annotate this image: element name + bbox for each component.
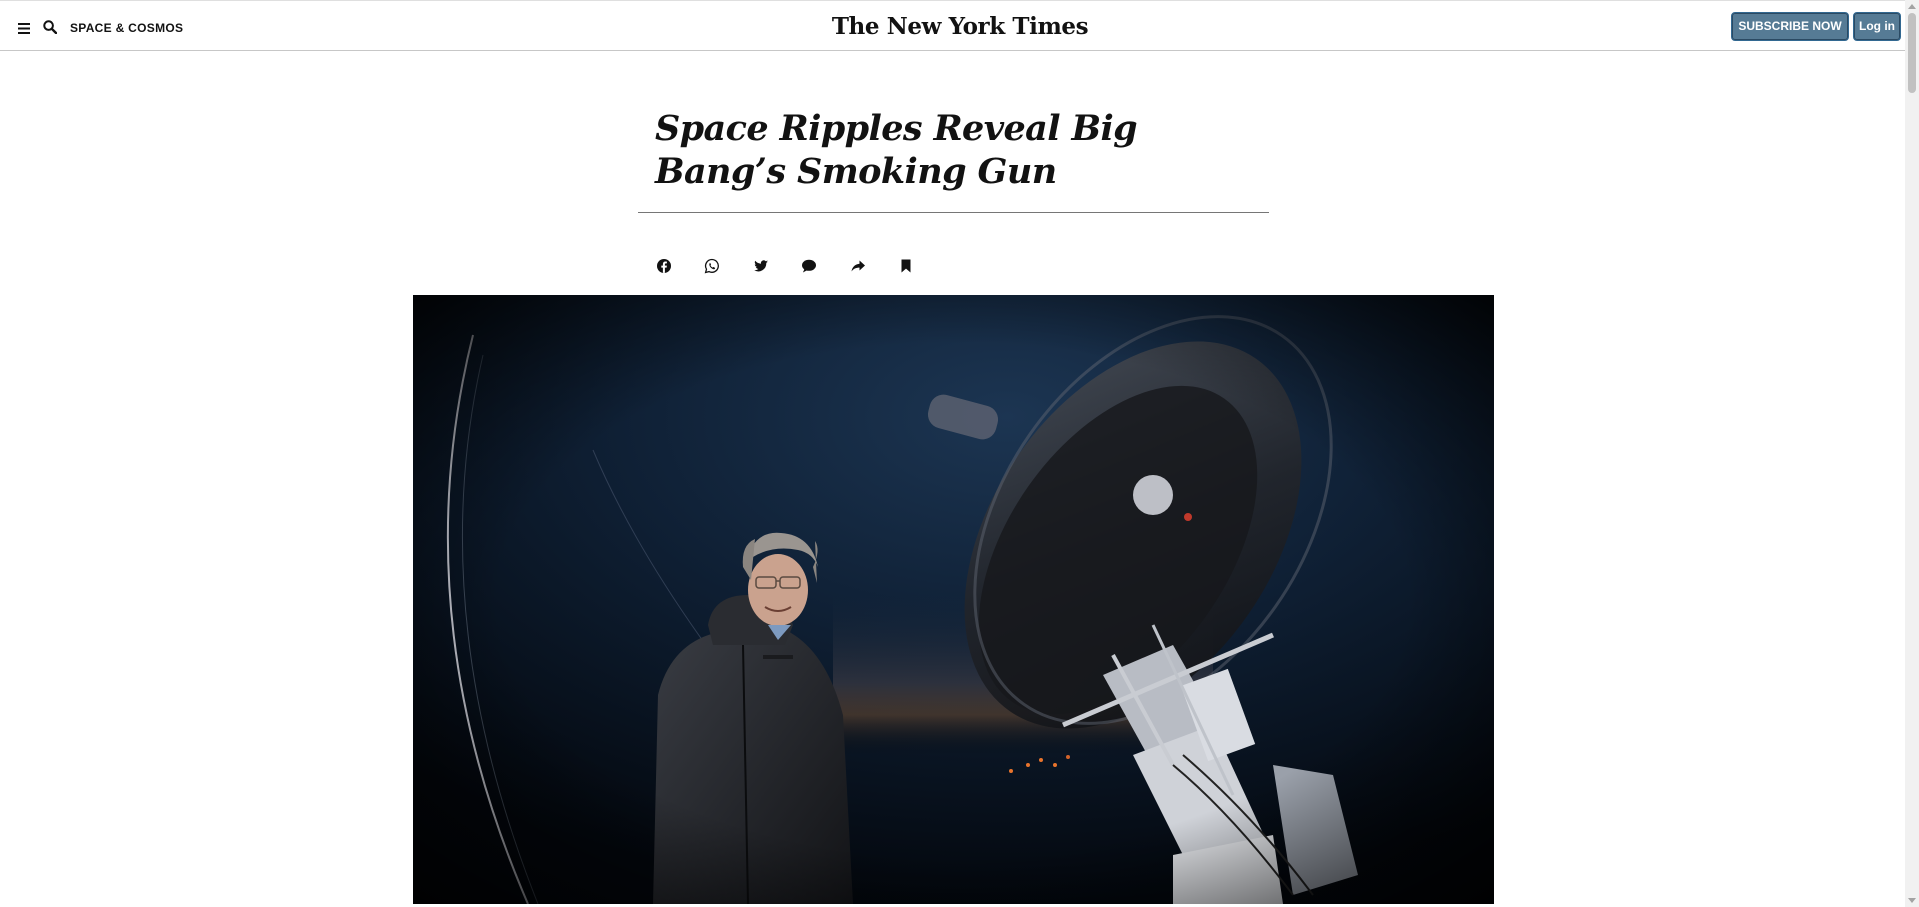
hamburger-menu-icon[interactable] [18,21,30,34]
article-hero-photo [413,295,1494,904]
subscribe-now-button[interactable]: SUBSCRIBE NOW [1731,12,1849,41]
headline-divider [638,212,1269,213]
scroll-down-arrow-icon[interactable] [1908,898,1916,903]
nyt-logo[interactable]: The New York Times [830,13,1090,40]
login-button[interactable]: Log in [1853,12,1901,41]
section-name-link[interactable]: SPACE & COSMOS [70,21,183,35]
top-navigation-bar: SPACE & COSMOS The New York Times SUBSCR… [0,0,1905,51]
vertical-scrollbar[interactable] [1905,0,1919,907]
search-icon[interactable] [43,20,58,35]
share-icon[interactable] [850,258,866,274]
whatsapp-icon[interactable] [704,258,720,274]
scrollbar-thumb[interactable] [1908,13,1916,93]
comment-icon[interactable] [801,258,817,274]
facebook-icon[interactable] [656,258,672,274]
bookmark-icon[interactable] [898,258,914,274]
twitter-icon[interactable] [753,258,769,274]
scroll-up-arrow-icon[interactable] [1908,4,1916,9]
article-headline: Space Ripples Reveal Big Bang’s Smoking … [655,108,1138,192]
